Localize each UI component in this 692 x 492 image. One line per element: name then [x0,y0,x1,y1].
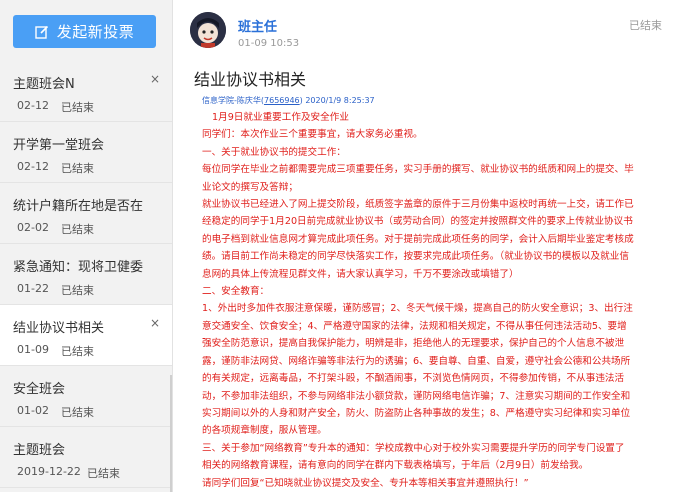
message-line: 就业协议书已经进入了网上提交阶段，纸质签字盖章的原件于三月份集中返校时再统一上交… [202,199,634,211]
close-icon[interactable]: × [150,72,160,86]
list-item-title: 开学第一堂班会 [13,138,105,153]
list-item-status: 已结束 [61,162,94,175]
list-item-date: 02-02 [17,221,49,234]
list-item-status: 已结束 [61,223,94,236]
message-line: 一、关于就业协议书的提交工作： [202,146,346,158]
message-line: 经稳定的同学于1月20日前完成就业协议书（或劳动合同）的签定并按照群文件的要求上… [202,216,633,228]
new-vote-label: 发起新投票 [56,23,135,41]
message-line: 绩。请目前工作尚未稳定的同学尽快落实工作，按要求完成此项任务。（就业协议书的模板… [202,251,629,263]
message-line: 请同学们回复“已知晓就业协议提交及安全、专升本等相关事宜并遵照执行！” [202,477,529,489]
quote-header: 信息学院-陈庆华(7656946) 2020/1/9 8:25:37 [202,95,375,106]
page-title: 结业协议书相关 [194,70,307,89]
message-line: 实习期间以外的人身和财产安全，防火、防盗防止各种事故的发生；8、严格遵守实习纪律… [202,407,631,419]
message-line: 相关的网络教育课程，请有意向的同学在群内下载表格填写，于年后（2月9日）前发给我… [202,460,589,472]
quote-sender: 信息学院-陈庆华( [202,96,265,105]
message-line: 动，不参加非法组织，不参与网络非法小额贷款，谨防网络电信诈骗；7、注意实习期间的… [202,390,631,402]
list-item-date: 01-22 [17,282,49,295]
author-name[interactable]: 班主任 [238,16,277,35]
message-body: 1月9日就业重要工作及安全作业 同学们：本次作业三个重要事宜，请大家务必重视。 … [202,109,687,492]
list-item-status: 已结束 [61,101,94,114]
quote-qq-link[interactable]: 7656946 [264,96,300,105]
list-item-title: 安全班会 [13,382,66,397]
edit-icon [35,25,48,39]
message-line: 每位同学在毕业之前都需要完成三项重要任务，实习手册的撰写、就业协议书的纸质和网上… [202,164,634,176]
list-item-date: 02-12 [17,99,49,112]
list-item-title: 主题班会 [13,443,66,458]
close-icon[interactable]: × [150,316,160,330]
list-item-date: 01-09 [17,343,49,356]
list-item-title: 结业协议书相关 [13,321,105,336]
list-item-title: 紧急通知：现将卫健委... [13,260,143,275]
list-item-status: 已结束 [61,406,94,419]
list-item-title: 统计户籍所在地是否在... [13,199,143,214]
message-line: 1月9日就业重要工作及安全作业 [212,112,349,123]
new-vote-button[interactable]: 发起新投票 [13,15,156,48]
list-item[interactable]: 主题班会N × 02-12 已结束 [0,61,172,122]
list-item[interactable]: 紧急通知：现将卫健委... 01-22 已结束 [0,244,172,305]
post-detail: 班主任 01-09 10:53 已结束 结业协议书相关 信息学院-陈庆华(765… [173,0,692,492]
message-line: 息网的具体上传流程见群文件，请大家认真学习，千万不要涂改或填错了） [202,268,519,280]
message-line: 的电子档到就业信息网才算完成此项任务。对于提前完成此项任务的同学，会计入后期毕业… [202,233,634,245]
list-item[interactable]: 主题班会 2019-12-22 已结束 [0,427,172,488]
avatar [190,12,226,48]
message-line: 三、关于参加“网络教育”专升本的通知：学校成教中心对于校外实习需要提升学历的同学… [202,442,625,454]
message-line: 业论文的撰写及答辩； [202,181,298,193]
message-line: 意交通安全、饮食安全；4、严格遵守国家的法律，法规和相关规定，不得从事任何违法活… [202,320,627,332]
list-item-status: 已结束 [87,467,120,480]
list-item-status: 已结束 [61,345,94,358]
list-item[interactable]: 安全班会 01-02 已结束 [0,366,172,427]
message-line: 同学们：本次作业三个重要事宜，请大家务必重视。 [202,129,423,141]
list-item-date: 2019-12-22 [17,465,81,478]
message-line: 1、外出时多加件衣服注意保暖，谨防感冒；2、冬天气候干燥，提高自己的防火安全意识… [202,303,633,315]
message-line: 露，谨防非法网贷、网络诈骗等非法行为的诱骗；6、要自尊、自重、自爱，遵守社会公德… [202,355,631,367]
status-badge: 已结束 [629,19,662,32]
message-line: 的各项规章制度，服从管理。 [202,425,327,437]
quote-time: ) 2020/1/9 8:25:37 [299,96,375,105]
message-line: 二、安全教育： [202,286,270,298]
list-item-selected[interactable]: 结业协议书相关 × 01-09 已结束 [0,305,172,366]
post-time: 01-09 10:53 [238,38,300,49]
scrollbar[interactable] [170,375,172,492]
list-item-status: 已结束 [61,284,94,297]
message-line: 的有关规定，远离毒品，不打架斗殴，不酗酒闹事，不浏览色情网页，不得参加传销，不从… [202,373,625,385]
list-item[interactable]: 统计户籍所在地是否在... 02-02 已结束 [0,183,172,244]
list-item-title: 主题班会N [13,77,75,92]
list-item-date: 01-02 [17,404,49,417]
avatar-icon [190,12,226,48]
message-line: 强安全防范意识，提高自我保护能力，明辨是非，拒绝他人的无理要求，保护自己的个人信… [202,338,625,350]
vote-list: 主题班会N × 02-12 已结束 开学第一堂班会 02-12 已结束 统计户籍… [0,61,172,488]
sidebar: 发起新投票 主题班会N × 02-12 已结束 开学第一堂班会 02-12 已结… [0,0,173,492]
list-item[interactable]: 开学第一堂班会 02-12 已结束 [0,122,172,183]
list-item-date: 02-12 [17,160,49,173]
